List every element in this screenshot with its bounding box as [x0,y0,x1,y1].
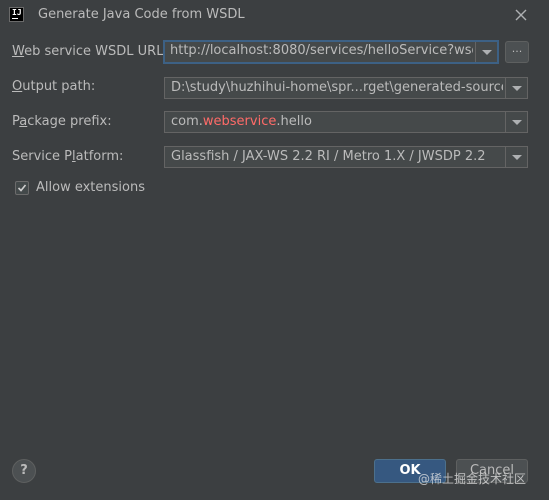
service-platform-label: Service Platform: [12,149,124,164]
close-icon[interactable] [512,6,530,24]
spelling-highlight: webservice [202,114,277,129]
help-button[interactable]: ? [12,459,36,483]
allow-extensions-checkbox[interactable] [15,181,29,195]
wsdl-url-input[interactable]: http://localhost:8080/services/helloServ… [170,43,473,58]
window-title: Generate Java Code from WSDL [38,7,245,22]
service-platform-value: Glassfish / JAX-WS 2.2 RI / Metro 1.X / … [171,149,486,164]
chevron-down-icon[interactable] [505,78,527,98]
package-prefix-combobox[interactable]: com.webservice.hello [164,111,528,133]
service-platform-select[interactable]: Glassfish / JAX-WS 2.2 RI / Metro 1.X / … [164,146,528,168]
output-path-input[interactable]: D:\study\huzhihui-home\spr...rget\genera… [171,80,503,95]
chevron-down-icon[interactable] [475,42,497,62]
browse-button[interactable]: ... [505,41,529,63]
chevron-down-icon[interactable] [505,112,527,132]
intellij-app-icon: IJ [9,7,24,22]
wsdl-url-combobox[interactable]: http://localhost:8080/services/helloServ… [163,40,499,64]
watermark: @稀土掘金技术社区 [418,472,527,486]
allow-extensions-label[interactable]: Allow extensions [36,180,145,195]
wsdl-url-label: Web service WSDL URL: [12,44,168,59]
output-path-combobox[interactable]: D:\study\huzhihui-home\spr...rget\genera… [164,77,528,99]
package-prefix-label: Package prefix: [12,114,112,129]
package-prefix-input[interactable]: com.webservice.hello [171,114,503,129]
title-bar: IJ Generate Java Code from WSDL [0,0,549,30]
output-path-label: Output path: [12,79,96,94]
checkmark-icon [17,184,27,192]
chevron-down-icon[interactable] [505,147,527,167]
